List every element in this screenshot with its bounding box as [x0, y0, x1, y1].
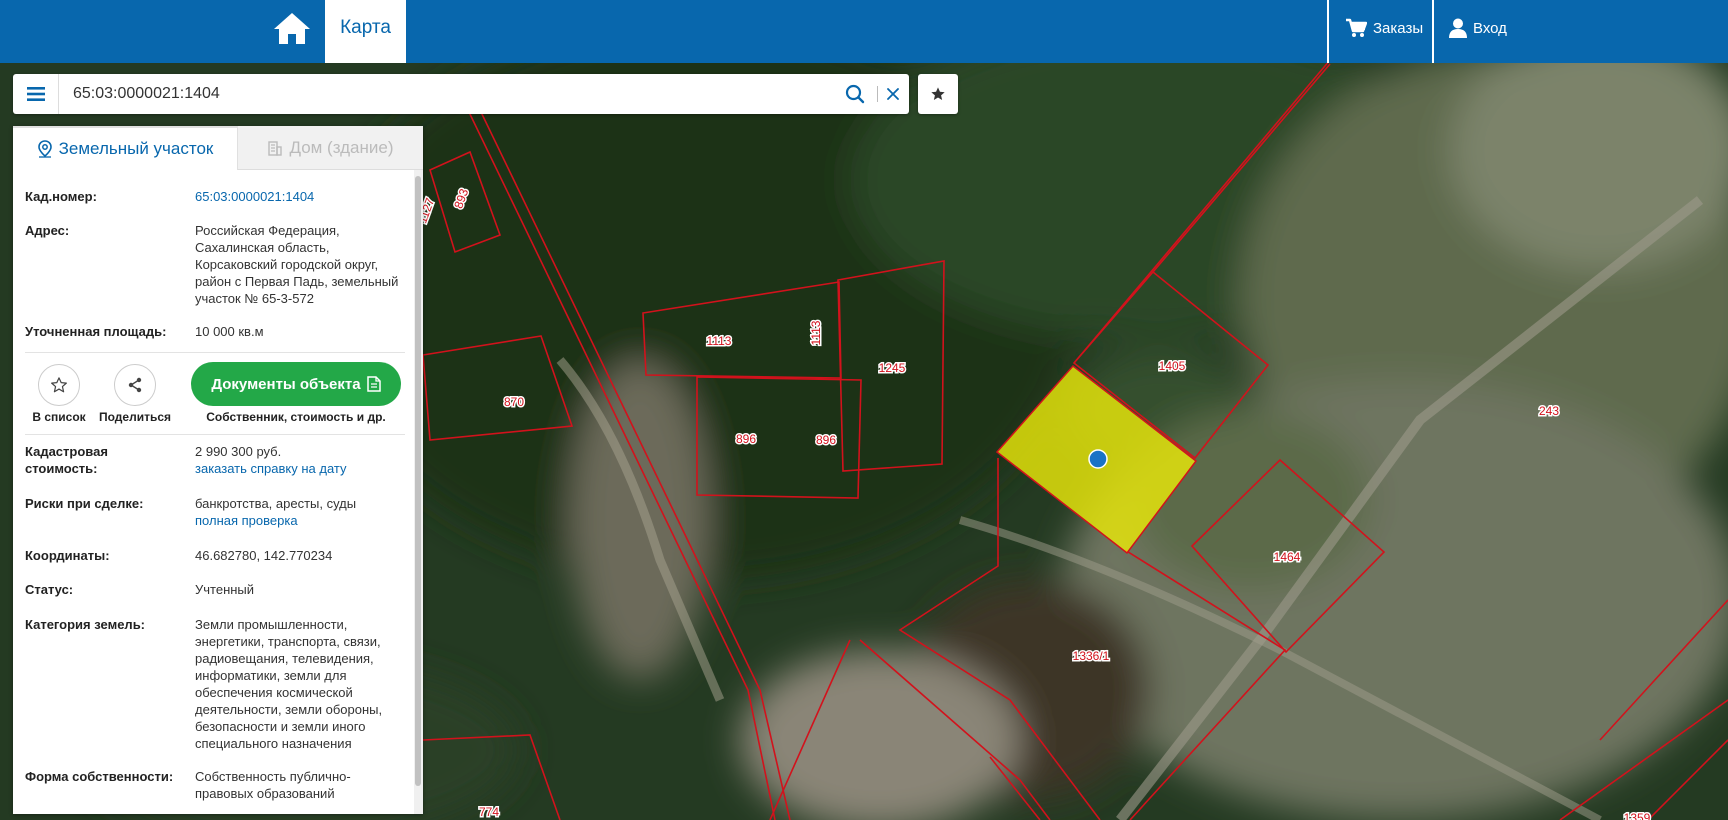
tab-land-plot[interactable]: Земельный участок	[13, 126, 238, 170]
panel-scrollbar[interactable]	[414, 170, 423, 814]
search-bar	[13, 74, 909, 114]
parcel-label-870: 870	[504, 395, 524, 409]
land-category-label: Категория земель:	[25, 617, 146, 632]
home-button[interactable]	[272, 10, 314, 48]
share-icon	[128, 377, 142, 393]
cad-number-label: Кад.номер:	[25, 189, 97, 204]
tab-map[interactable]: Карта	[325, 0, 406, 63]
divider	[25, 352, 405, 353]
clear-search-button[interactable]	[879, 74, 907, 114]
parcel-label-1113: 1113	[707, 334, 732, 348]
search-input[interactable]	[73, 80, 833, 108]
star-outline-icon	[51, 377, 67, 393]
parcel-label-1405: 1405	[1159, 359, 1186, 373]
coordinates-value: 46.682780, 142.770234	[195, 548, 333, 563]
object-info-panel: Земельный участок Дом (здание) Кад.номер…	[13, 126, 423, 814]
tab-land-label: Земельный участок	[58, 139, 214, 158]
panel-tabs: Земельный участок Дом (здание)	[13, 126, 423, 170]
hamburger-icon	[26, 87, 45, 101]
parcel-label-1359: 1359	[1624, 811, 1651, 820]
cart-icon	[1346, 18, 1367, 37]
cadastral-value-container: 2 990 300 руб. заказать справку на дату	[195, 443, 405, 477]
login-label: Вход	[1473, 19, 1507, 37]
cadastral-value: 2 990 300 руб.	[195, 444, 282, 459]
login-button[interactable]: Вход	[1449, 0, 1507, 56]
tab-building[interactable]: Дом (здание)	[238, 126, 423, 170]
deal-risks-container: банкротства, аресты, суды полная проверк…	[195, 495, 405, 529]
top-navigation-bar: Карта Заказы Вход	[0, 0, 1728, 63]
share-button[interactable]	[114, 364, 156, 406]
divider	[1327, 0, 1329, 63]
cadastral-value-label: Кадастровая стоимость:	[25, 444, 108, 476]
close-icon	[887, 88, 899, 100]
deal-risks-value: банкротства, аресты, суды	[195, 496, 357, 511]
search-button[interactable]	[835, 74, 875, 114]
add-to-list-button[interactable]	[38, 364, 80, 406]
divider	[877, 86, 878, 102]
area-label: Уточненная площадь:	[25, 324, 167, 339]
parcel-label-1113-vertical: 1113	[809, 320, 823, 345]
search-icon	[845, 84, 865, 104]
area-value: 10 000 кв.м	[195, 324, 264, 339]
parcel-label-774: 774	[479, 805, 499, 819]
tab-building-label: Дом (здание)	[289, 137, 394, 157]
menu-button[interactable]	[13, 74, 59, 114]
parcel-label-896-b: 896	[816, 433, 836, 447]
parcel-label-1336-1: 1336/1	[1073, 649, 1110, 663]
documents-subtitle: Собственник, стоимость и др.	[206, 410, 386, 424]
user-icon	[1449, 18, 1467, 38]
orders-button[interactable]: Заказы	[1345, 0, 1423, 56]
land-category-value: Земли промышленности, энергетики, трансп…	[195, 617, 383, 751]
parcel-label-896-a: 896	[736, 432, 756, 446]
address-label: Адрес:	[25, 223, 70, 238]
parcel-label-1245: 1245	[879, 361, 906, 375]
divider	[25, 434, 405, 435]
location-pin-icon	[37, 140, 52, 158]
parcel-label-1464: 1464	[1274, 550, 1301, 564]
divider	[1432, 0, 1434, 63]
ownership-value: Собственность публично-правовых образова…	[195, 769, 351, 801]
full-check-link[interactable]: полная проверка	[195, 512, 405, 529]
cad-number-link[interactable]: 65:03:0000021:1404	[195, 188, 405, 205]
favorites-button[interactable]	[918, 74, 958, 114]
object-documents-button[interactable]: Документы объекта	[191, 362, 401, 406]
parcel-marker-icon[interactable]	[1088, 449, 1108, 469]
document-icon	[366, 376, 381, 392]
deal-risks-label: Риски при сделке:	[25, 496, 144, 511]
ownership-label: Форма собственности:	[25, 769, 174, 784]
parcel-label-243: 243	[1539, 404, 1559, 418]
building-icon	[268, 140, 283, 156]
orders-label: Заказы	[1373, 19, 1424, 37]
object-documents-label: Документы объекта	[211, 375, 361, 393]
star-icon	[931, 87, 945, 100]
home-icon	[274, 13, 310, 44]
status-value: Учтенный	[195, 582, 255, 597]
coordinates-label: Координаты:	[25, 548, 110, 563]
address-value: Российская Федерация, Сахалинская област…	[195, 223, 399, 306]
status-label: Статус:	[25, 582, 74, 597]
scrollbar-thumb[interactable]	[415, 176, 421, 786]
order-certificate-link[interactable]: заказать справку на дату	[195, 460, 405, 477]
